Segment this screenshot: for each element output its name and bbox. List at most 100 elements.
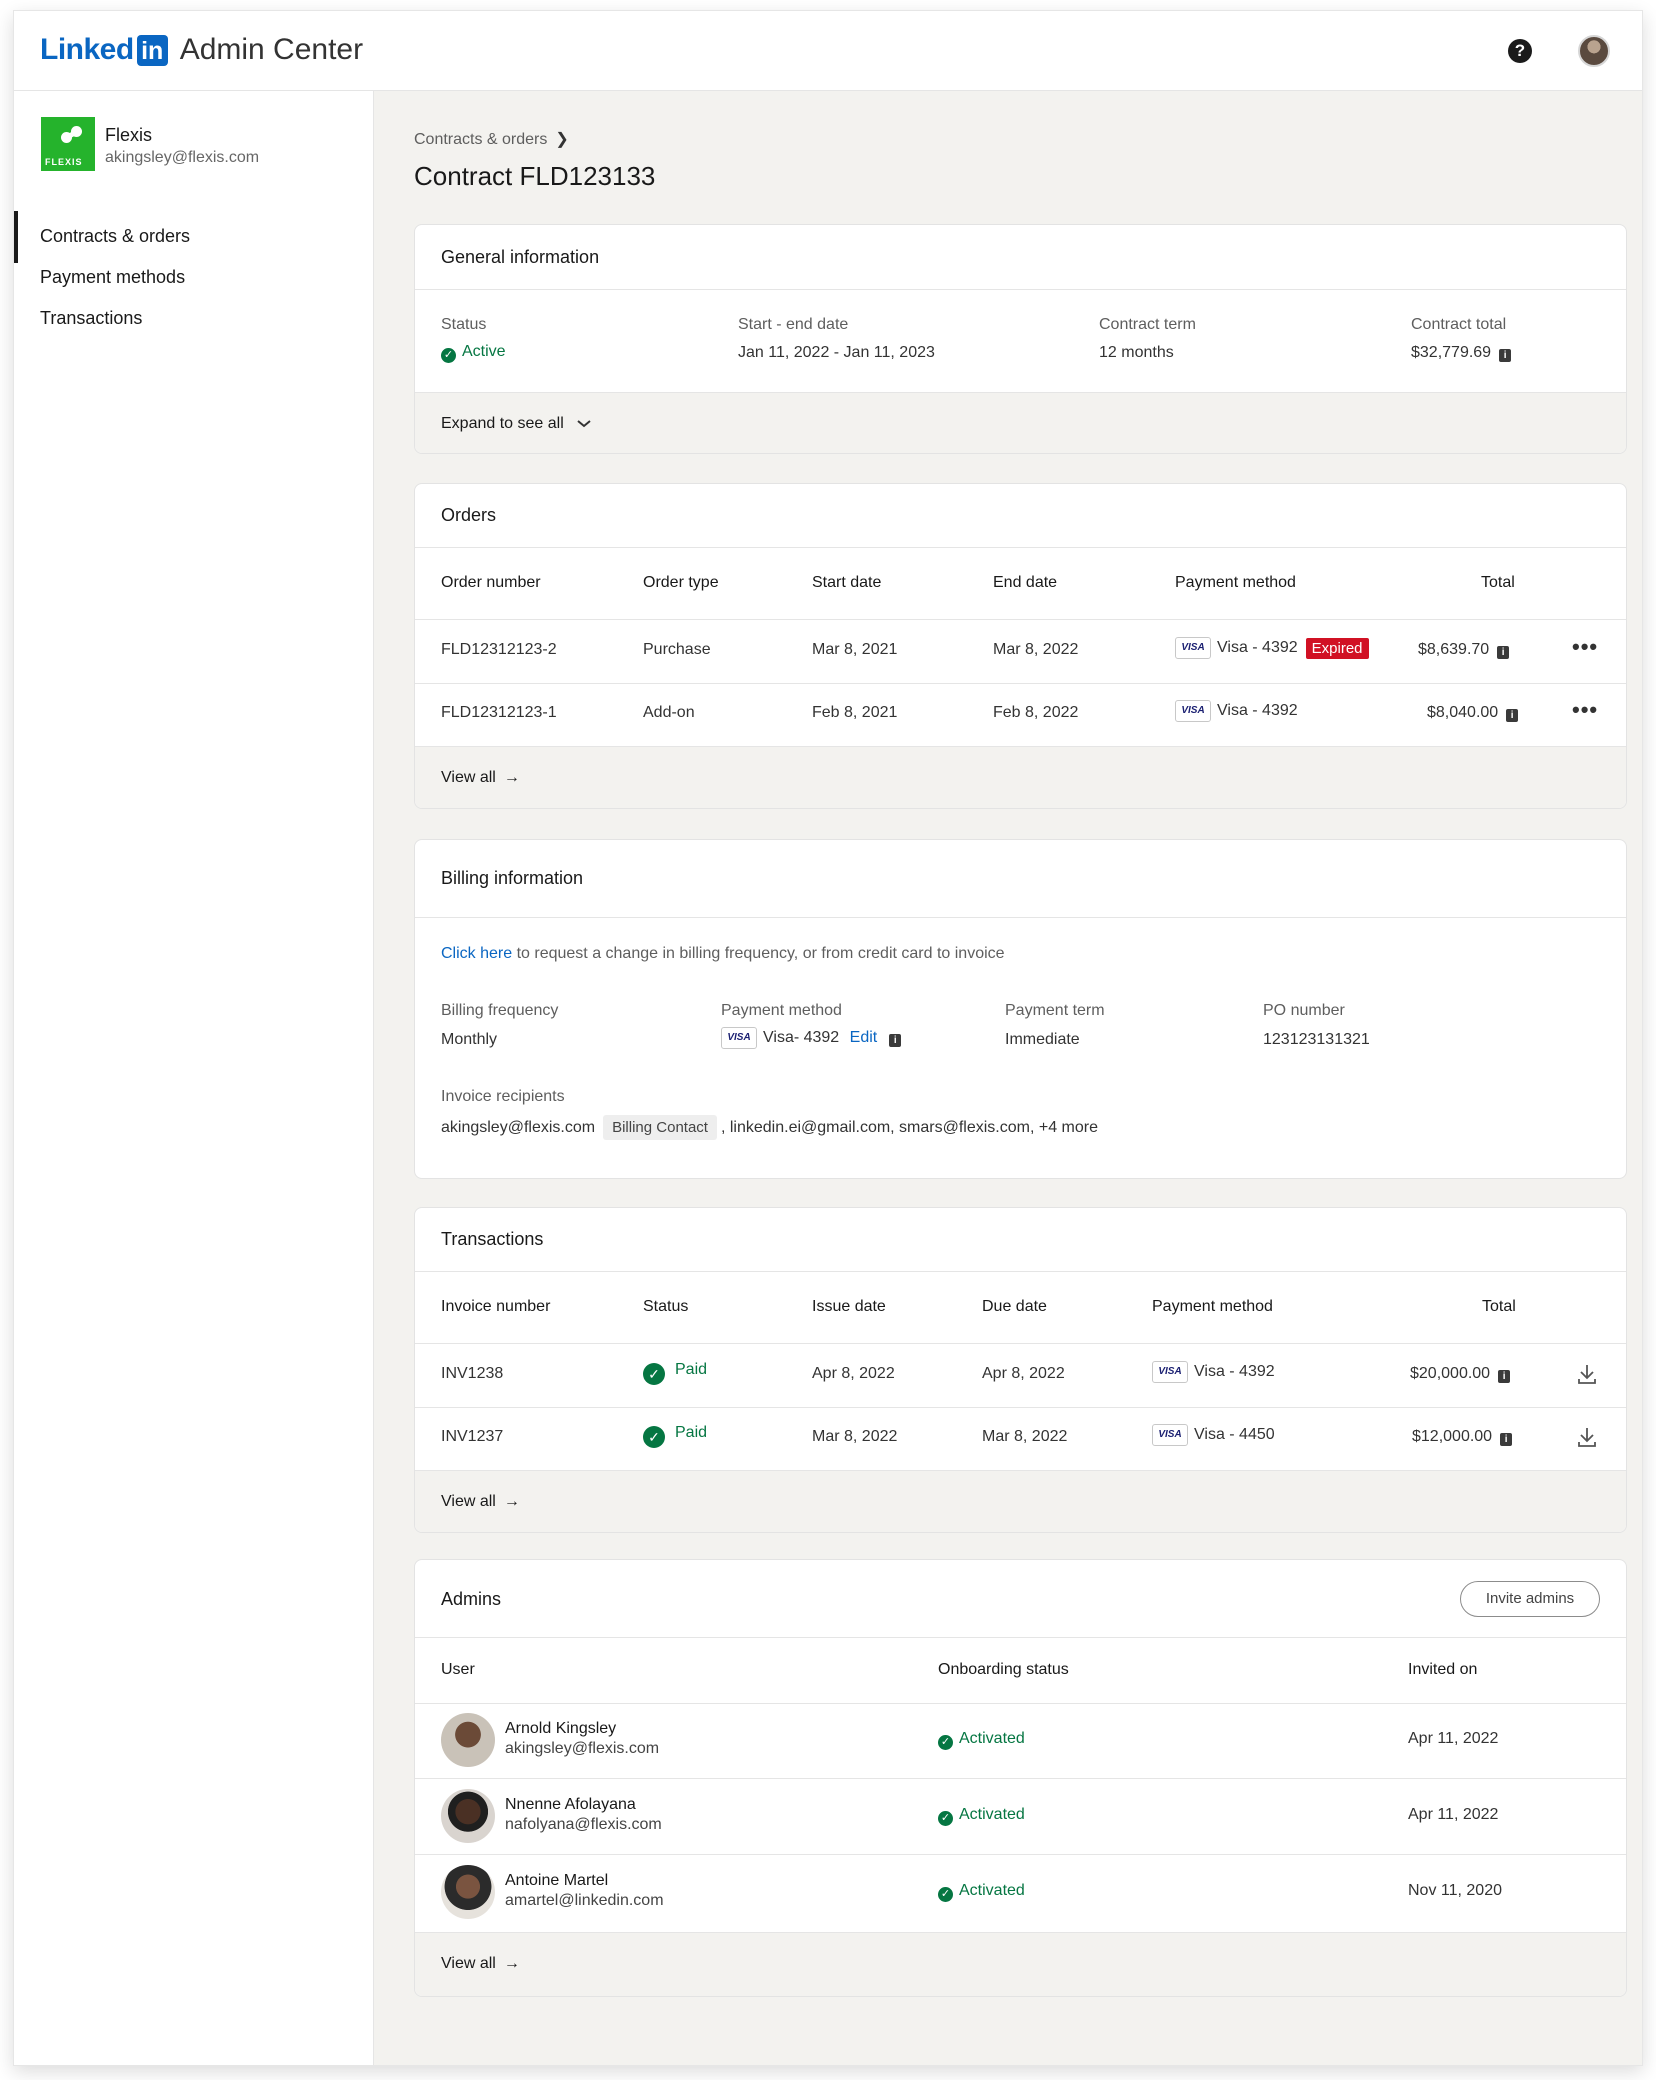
view-all-orders-link[interactable]: View all → bbox=[441, 769, 520, 787]
column-header: Invited on bbox=[1408, 1661, 1478, 1678]
user-email: nafolyana@flexis.com bbox=[505, 1816, 662, 1833]
column-header: Due date bbox=[982, 1298, 1047, 1315]
info-icon[interactable]: i bbox=[1500, 1433, 1513, 1446]
due-date: Apr 8, 2022 bbox=[982, 1365, 1065, 1382]
info-icon[interactable]: i bbox=[1506, 709, 1519, 722]
more-options-icon[interactable]: ••• bbox=[1572, 697, 1598, 723]
order-number[interactable]: FLD12312123-1 bbox=[441, 704, 557, 722]
order-number[interactable]: FLD12312123-2 bbox=[441, 641, 557, 659]
avatar bbox=[441, 1789, 495, 1843]
payment-term-label: Payment term bbox=[1005, 1002, 1105, 1019]
arrow-right-icon: → bbox=[503, 1493, 520, 1510]
status-label: Status bbox=[441, 316, 487, 333]
sidebar: FLEXIS Flexis akingsley@flexis.com Contr… bbox=[14, 91, 374, 2065]
invoice-total: $12,000.00 i bbox=[1412, 1428, 1513, 1446]
payment-method: VISA Visa - 4450 bbox=[1152, 1424, 1275, 1446]
total-label: Contract total bbox=[1411, 316, 1507, 333]
start-date: Feb 8, 2021 bbox=[812, 704, 898, 721]
top-bar: Linked in Admin Center ? bbox=[14, 11, 1642, 91]
onboarding-status: ✓ Activated bbox=[938, 1882, 1025, 1902]
info-icon[interactable]: i bbox=[889, 1034, 902, 1048]
billing-frequency-value: Monthly bbox=[441, 1031, 498, 1048]
linkedin-logo[interactable]: Linked in Admin Center bbox=[40, 33, 363, 67]
card-title: Billing information bbox=[441, 868, 584, 888]
org-logo: FLEXIS bbox=[41, 117, 95, 171]
column-header: Order type bbox=[643, 574, 719, 591]
term-label: Contract term bbox=[1099, 316, 1196, 333]
card-title: Admins bbox=[441, 1589, 502, 1609]
visa-icon: VISA bbox=[1152, 1424, 1188, 1446]
expired-badge: Expired bbox=[1305, 637, 1369, 659]
arrow-right-icon: → bbox=[503, 1955, 520, 1972]
payment-method: VISA Visa - 4392 bbox=[1152, 1361, 1275, 1383]
more-options-icon[interactable]: ••• bbox=[1572, 634, 1598, 660]
invite-admins-button[interactable]: Invite admins bbox=[1460, 1581, 1600, 1617]
po-number-value: 123123131321 bbox=[1263, 1031, 1370, 1048]
view-all-transactions-link[interactable]: View all → bbox=[441, 1493, 520, 1511]
transactions-card: Transactions Invoice number Status Issue… bbox=[414, 1207, 1627, 1533]
org-logo-word: FLEXIS bbox=[45, 157, 83, 167]
user-name: Nnenne Afolayana bbox=[505, 1796, 636, 1813]
onboarding-status: ✓ Activated bbox=[938, 1806, 1025, 1826]
column-header: Total bbox=[1481, 574, 1515, 591]
card-title: Transactions bbox=[441, 1229, 544, 1249]
billing-frequency-label: Billing frequency bbox=[441, 1002, 559, 1019]
info-icon[interactable]: i bbox=[1498, 1370, 1511, 1383]
card-title: Orders bbox=[441, 505, 497, 525]
sidebar-item-contracts-orders[interactable]: Contracts & orders bbox=[40, 226, 190, 247]
app-title: Admin Center bbox=[179, 33, 364, 66]
dates-label: Start - end date bbox=[738, 316, 849, 333]
order-total: $8,040.00 i bbox=[1427, 704, 1519, 722]
invoice-number[interactable]: INV1237 bbox=[441, 1428, 503, 1446]
info-icon[interactable]: i bbox=[1497, 646, 1510, 659]
visa-icon: VISA bbox=[1175, 700, 1211, 722]
brand-linked-text: Linked bbox=[40, 33, 134, 66]
end-date: Feb 8, 2022 bbox=[993, 704, 1079, 721]
download-icon[interactable] bbox=[1575, 1362, 1599, 1386]
status-value: ✓ Active bbox=[441, 343, 506, 363]
invoice-status: ✓ Paid bbox=[643, 1361, 707, 1385]
order-type: Add-on bbox=[643, 704, 695, 721]
column-header: Issue date bbox=[812, 1298, 886, 1315]
po-number-label: PO number bbox=[1263, 1002, 1345, 1019]
sidebar-item-transactions[interactable]: Transactions bbox=[40, 308, 142, 329]
order-total: $8,639.70 i bbox=[1418, 641, 1510, 659]
chevron-right-icon: ❯ bbox=[555, 131, 569, 148]
sidebar-item-payment-methods[interactable]: Payment methods bbox=[40, 267, 185, 288]
check-circle-icon: ✓ bbox=[643, 1363, 665, 1385]
invoice-total: $20,000.00 i bbox=[1410, 1365, 1511, 1383]
issue-date: Apr 8, 2022 bbox=[812, 1365, 895, 1382]
orders-card: Orders Order number Order type Start dat… bbox=[414, 483, 1627, 809]
brand-in-box: in bbox=[136, 34, 168, 66]
invoice-number[interactable]: INV1238 bbox=[441, 1365, 503, 1383]
order-type: Purchase bbox=[643, 641, 711, 658]
download-icon[interactable] bbox=[1575, 1425, 1599, 1449]
arrow-right-icon: → bbox=[503, 769, 520, 786]
billing-contact-chip: Billing Contact bbox=[603, 1115, 717, 1140]
payment-method: VISA Visa - 4392 Expired bbox=[1175, 637, 1369, 659]
breadcrumb: Contracts & orders ❯ bbox=[414, 129, 569, 149]
general-information-card: General information Status ✓ Active Start… bbox=[414, 224, 1627, 454]
click-here-link[interactable]: Click here bbox=[441, 945, 512, 962]
check-circle-icon: ✓ bbox=[938, 1811, 953, 1826]
org-name: Flexis bbox=[105, 125, 153, 145]
app-window: Linked in Admin Center ? FLEXIS Flexis a… bbox=[13, 10, 1643, 2066]
nav-active-indicator bbox=[14, 211, 18, 263]
card-footer: View all → bbox=[415, 1470, 1626, 1532]
visa-icon: VISA bbox=[1152, 1361, 1188, 1383]
term-value: 12 months bbox=[1099, 344, 1174, 361]
view-all-admins-link[interactable]: View all → bbox=[441, 1955, 520, 1973]
invited-on: Apr 11, 2022 bbox=[1408, 1806, 1499, 1823]
page-title: Contract FLD123133 bbox=[414, 161, 656, 191]
breadcrumb-link[interactable]: Contracts & orders bbox=[414, 131, 547, 148]
edit-payment-link[interactable]: Edit bbox=[850, 1029, 878, 1046]
help-icon[interactable]: ? bbox=[1508, 39, 1532, 63]
info-icon[interactable]: i bbox=[1499, 349, 1512, 362]
payment-method: VISA Visa - 4392 bbox=[1175, 700, 1298, 722]
column-header: User bbox=[441, 1661, 475, 1678]
user-name: Antoine Martel bbox=[505, 1872, 609, 1889]
expand-button[interactable]: Expand to see all bbox=[441, 415, 592, 433]
check-circle-icon: ✓ bbox=[938, 1735, 953, 1750]
user-avatar[interactable] bbox=[1578, 35, 1610, 67]
column-header: Payment method bbox=[1152, 1298, 1273, 1315]
